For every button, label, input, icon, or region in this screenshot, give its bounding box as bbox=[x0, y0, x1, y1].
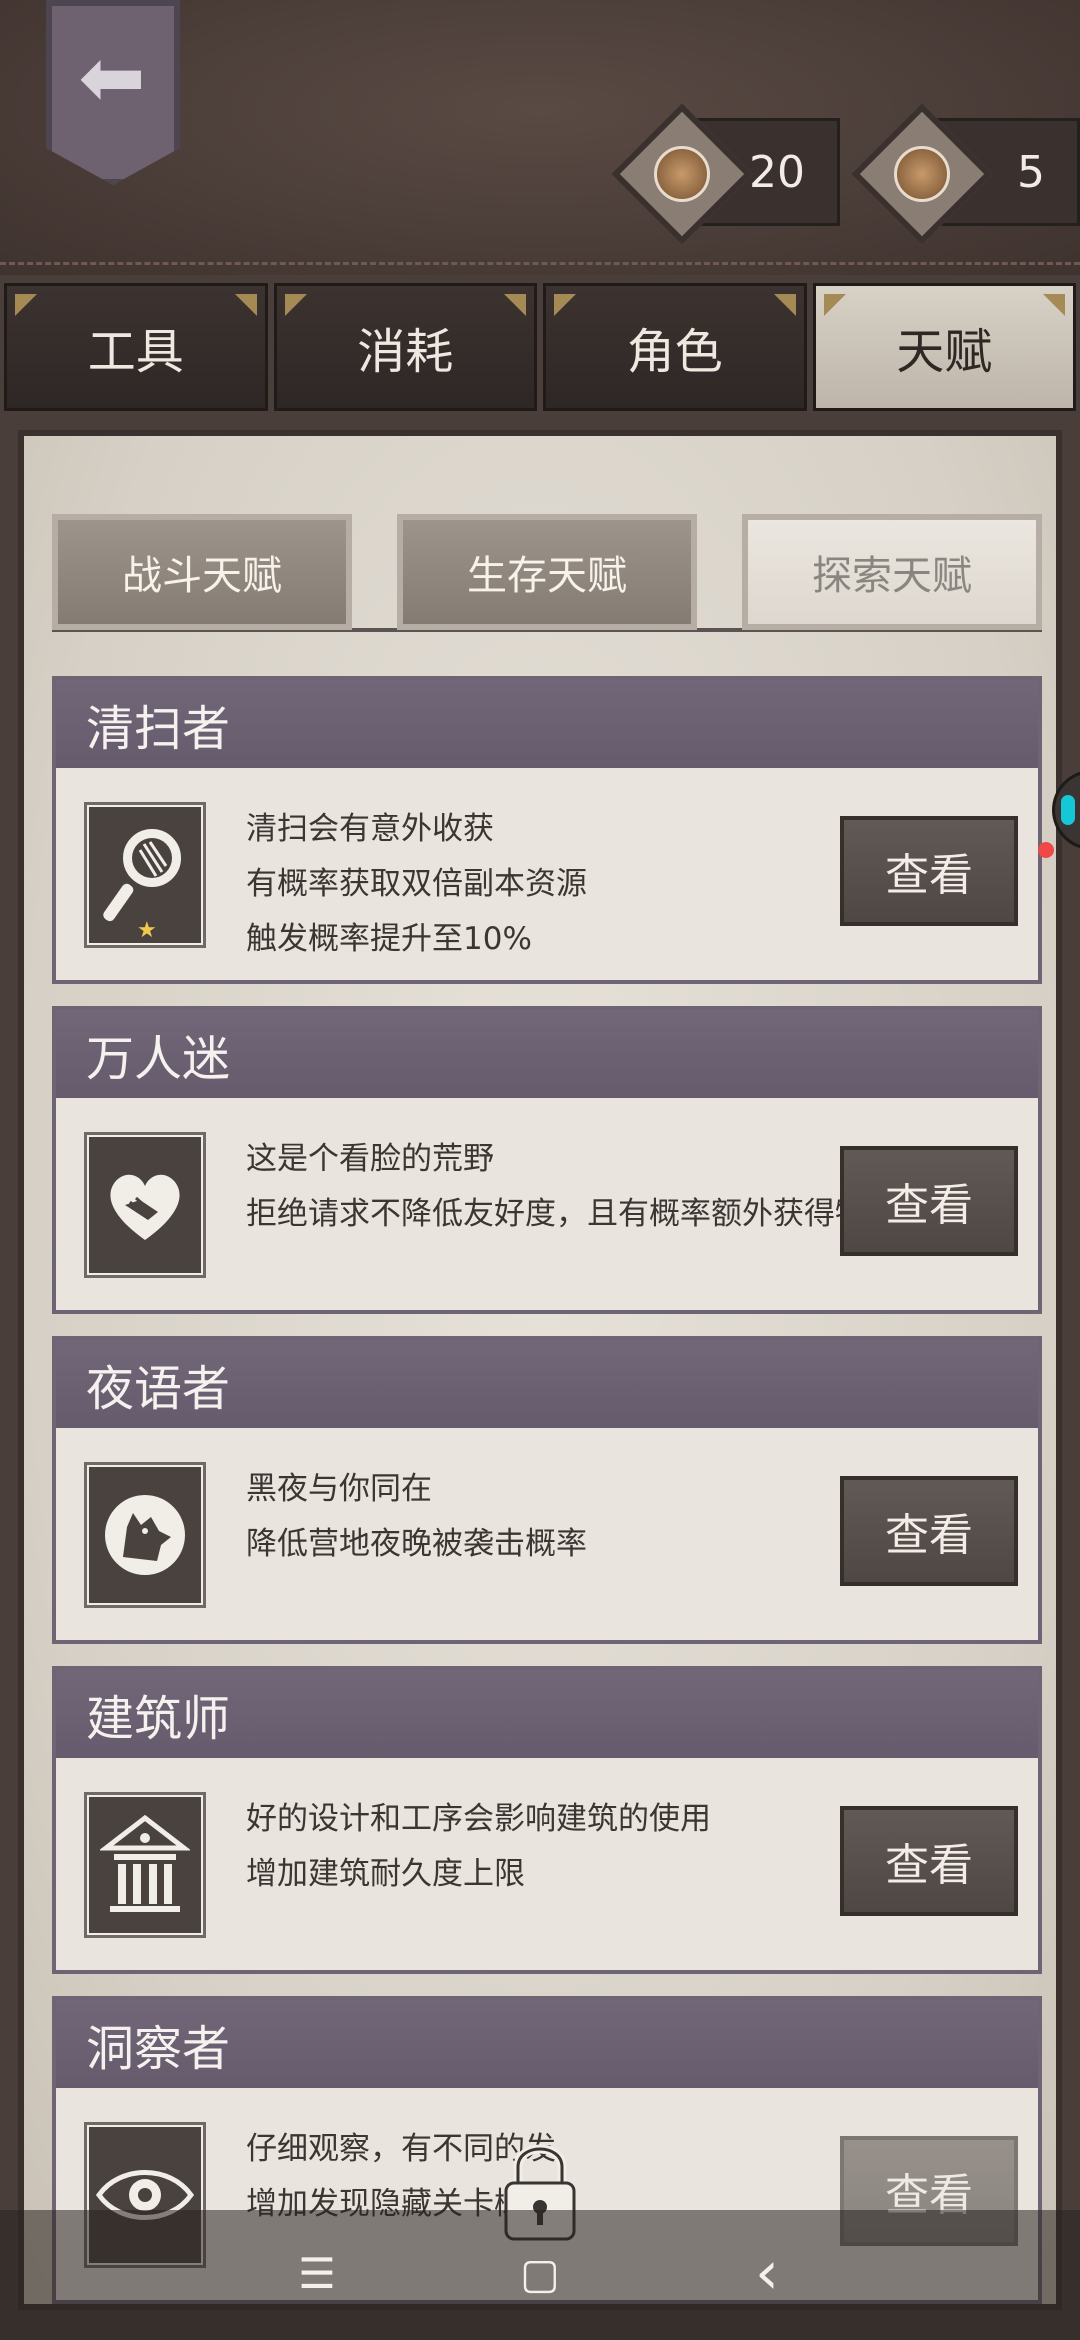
tab-label: 工具 bbox=[87, 324, 184, 380]
handshake-heart-icon bbox=[89, 1137, 201, 1273]
talent-title: 洞察者 bbox=[56, 2000, 1038, 2088]
talent-title: 万人迷 bbox=[56, 1010, 1038, 1098]
back-nav-icon[interactable]: ‹ bbox=[742, 2238, 792, 2308]
talent-icon-frame bbox=[84, 1792, 206, 1938]
tab-label: 天赋 bbox=[896, 324, 993, 380]
talent-description: 好的设计和工序会影响建筑的使用 增加建筑耐久度上限 bbox=[246, 1792, 846, 1902]
talent-panel: 战斗天赋 生存天赋 探索天赋 清扫者 ★ 清扫会有意外收获 有概率获取双倍副本资… bbox=[18, 430, 1062, 2310]
corner-ornament-icon bbox=[1043, 294, 1065, 316]
talent-subtabs: 战斗天赋 生存天赋 探索天赋 bbox=[52, 514, 1042, 632]
talent-card: 清扫者 ★ 清扫会有意外收获 有概率获取双倍副本资源 触发概率提升至10% 查看 bbox=[52, 676, 1042, 984]
description-line: 触发概率提升至10% bbox=[246, 921, 532, 957]
subtab-combat[interactable]: 战斗天赋 bbox=[52, 514, 352, 630]
description-line: 黑夜与你同在 bbox=[246, 1471, 432, 1507]
description-line: 降低营地夜晚被袭击概率 bbox=[246, 1526, 587, 1562]
currency-eagle: 20 bbox=[611, 103, 840, 245]
talent-description: 这是个看脸的荒野 拒绝请求不降低友好度，且有概率额外获得物 bbox=[246, 1132, 846, 1242]
view-button[interactable]: 查看 bbox=[840, 816, 1018, 926]
corner-ornament-icon bbox=[504, 294, 526, 316]
talent-description: 黑夜与你同在 降低营地夜晚被袭击概率 bbox=[246, 1462, 846, 1572]
header-stitch-divider bbox=[0, 262, 1080, 265]
tab-talents[interactable]: 天赋 bbox=[812, 283, 1076, 411]
wolf-moon-icon bbox=[89, 1467, 201, 1603]
description-line: 增加建筑耐久度上限 bbox=[246, 1856, 525, 1892]
tab-consumables[interactable]: 消耗 bbox=[273, 283, 537, 411]
talent-title: 建筑师 bbox=[56, 1670, 1038, 1758]
description-line: 有概率获取双倍副本资源 bbox=[246, 866, 587, 902]
corner-ornament-icon bbox=[773, 294, 796, 316]
talent-title: 夜语者 bbox=[56, 1340, 1038, 1428]
description-line: 拒绝请求不降低友好度，且有概率额外获得物 bbox=[246, 1196, 846, 1232]
talent-card: 夜语者 黑夜与你同在 降低营地夜晚被袭击概率 查看 bbox=[52, 1336, 1042, 1644]
tab-label: 角色 bbox=[626, 324, 723, 380]
back-arrow-icon[interactable]: ⬅ bbox=[62, 38, 162, 118]
view-button[interactable]: 查看 bbox=[840, 1806, 1018, 1916]
notification-dot-icon bbox=[1038, 842, 1054, 858]
assistant-indicator-icon bbox=[1061, 795, 1075, 825]
home-icon[interactable]: ▢ bbox=[515, 2248, 565, 2298]
corner-ornament-icon bbox=[823, 294, 846, 316]
talent-description: 清扫会有意外收获 有概率获取双倍副本资源 触发概率提升至10% bbox=[246, 802, 846, 967]
tab-label: 消耗 bbox=[357, 324, 454, 380]
talent-card: 万人迷 这是个看脸的荒野 拒绝请求不降低友好度，且有概率额外获得物 查看 bbox=[52, 1006, 1042, 1314]
talent-icon-frame: ★ bbox=[84, 802, 206, 948]
horse-coin-icon bbox=[894, 146, 950, 202]
talent-icon-frame bbox=[84, 1132, 206, 1278]
main-tabs: 工具 消耗 角色 天赋 bbox=[0, 283, 1080, 411]
corner-ornament-icon bbox=[284, 294, 307, 316]
corner-ornament-icon bbox=[15, 294, 37, 316]
view-button[interactable]: 查看 bbox=[840, 1476, 1018, 1586]
building-icon bbox=[89, 1797, 201, 1933]
talent-title: 清扫者 bbox=[56, 680, 1038, 768]
description-line: 这是个看脸的荒野 bbox=[246, 1141, 494, 1177]
corner-ornament-icon bbox=[554, 294, 576, 316]
talent-list: 清扫者 ★ 清扫会有意外收获 有概率获取双倍副本资源 触发概率提升至10% 查看… bbox=[52, 676, 1042, 2304]
menu-icon[interactable]: ☰ bbox=[292, 2248, 342, 2298]
star-icon: ★ bbox=[137, 918, 157, 943]
talent-icon-frame bbox=[84, 1462, 206, 1608]
tab-characters[interactable]: 角色 bbox=[543, 283, 807, 411]
corner-ornament-icon bbox=[234, 294, 257, 316]
subtab-exploration[interactable]: 探索天赋 bbox=[742, 514, 1042, 630]
view-button[interactable]: 查看 bbox=[840, 1146, 1018, 1256]
tab-tools[interactable]: 工具 bbox=[4, 283, 268, 411]
currency-horse: 5 bbox=[851, 103, 1080, 245]
talent-card: 建筑师 好的设计和工序会影响建筑的使用 增加建筑耐久度上限 查看 bbox=[52, 1666, 1042, 1974]
eagle-coin-icon bbox=[654, 146, 710, 202]
description-line: 清扫会有意外收获 bbox=[246, 811, 494, 847]
description-line: 好的设计和工序会影响建筑的使用 bbox=[246, 1801, 711, 1837]
magnifier-icon: ★ bbox=[89, 807, 201, 943]
subtab-survival[interactable]: 生存天赋 bbox=[397, 514, 697, 630]
